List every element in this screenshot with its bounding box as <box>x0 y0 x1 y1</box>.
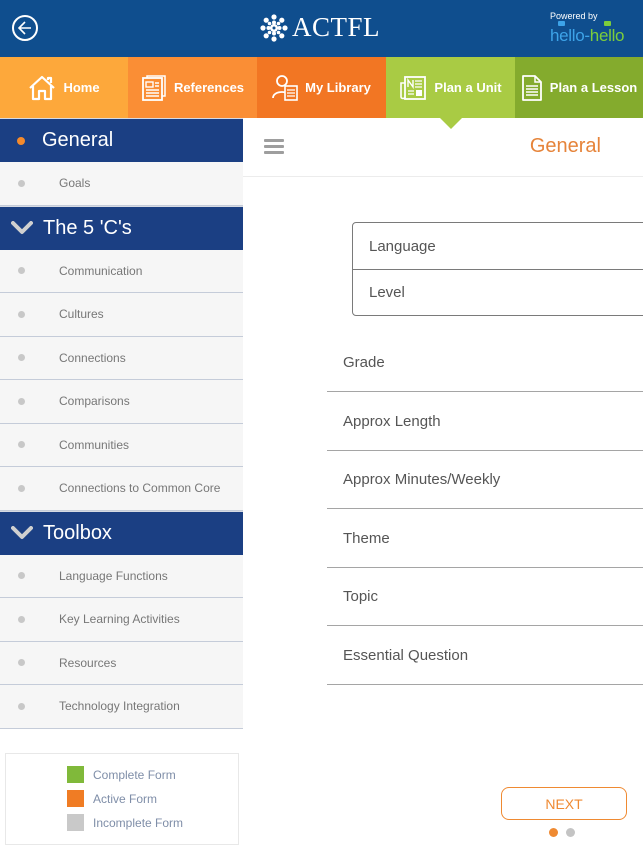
status-dot-icon <box>18 267 25 275</box>
status-dot-icon <box>18 441 25 449</box>
document-icon <box>142 74 166 101</box>
sidebar-item-key-learning-activities[interactable]: Key Learning Activities <box>0 598 243 642</box>
newspaper-icon <box>400 75 427 100</box>
sidebar-section-toolbox[interactable]: Toolbox <box>0 510 243 555</box>
sidebar-item-language-functions[interactable]: Language Functions <box>0 554 243 598</box>
theme-field[interactable]: Theme <box>327 510 643 568</box>
legend-complete: Complete Form <box>67 766 176 783</box>
main-content: General Language Level Grade Approx Leng… <box>243 118 643 857</box>
chevron-down-icon <box>11 525 35 541</box>
sidebar: General Goals The 5 'C's Communication C… <box>0 118 243 857</box>
main-nav: Home References My Library Plan a Unit P… <box>0 57 643 129</box>
tab-label: My Library <box>305 80 371 95</box>
chat-bubble-icon <box>604 21 611 26</box>
tab-label: Plan a Lesson <box>549 80 638 95</box>
powered-by-label: Powered by <box>550 11 598 21</box>
tab-label: Home <box>63 80 100 95</box>
sidebar-item-cultures[interactable]: Cultures <box>0 293 243 337</box>
sidebar-item-goals[interactable]: Goals <box>0 162 243 206</box>
legend-active: Active Form <box>67 790 157 807</box>
page-dot-active[interactable] <box>549 828 558 837</box>
chat-bubble-icon <box>558 21 565 26</box>
approx-length-field[interactable]: Approx Length <box>327 393 643 451</box>
tab-references[interactable]: References <box>128 57 257 118</box>
status-dot-icon <box>18 397 25 405</box>
tab-label: Plan a Unit <box>434 80 502 95</box>
language-field[interactable]: Language <box>353 223 643 269</box>
sidebar-item-technology-integration[interactable]: Technology Integration <box>0 685 243 729</box>
legend-incomplete: Incomplete Form <box>67 814 183 831</box>
grade-field[interactable]: Grade <box>327 334 643 392</box>
page-icon <box>521 74 542 101</box>
logo-text: ACTFL <box>292 12 381 42</box>
next-button[interactable]: NEXT <box>501 787 627 820</box>
essential-question-field[interactable]: Essential Question <box>327 627 643 685</box>
arrow-left-icon <box>18 21 31 35</box>
partner-logo: hello-hello <box>550 21 625 46</box>
active-dot-icon <box>17 136 25 145</box>
swatch-gray <box>67 814 84 831</box>
section-title: General <box>42 129 114 151</box>
level-field[interactable]: Level <box>353 269 643 315</box>
page-indicator <box>549 828 575 837</box>
status-dot-icon <box>18 702 25 710</box>
tab-label: References <box>173 80 245 95</box>
sidebar-section-5cs[interactable]: The 5 'C's <box>0 205 243 250</box>
page-dot[interactable] <box>566 828 575 837</box>
swatch-orange <box>67 790 84 807</box>
sidebar-section-general[interactable]: General <box>0 118 243 162</box>
chevron-down-icon <box>11 220 35 236</box>
app-header: ACTFL Powered by hello-hello <box>0 0 643 57</box>
sidebar-item-connections-common-core[interactable]: Connections to Common Core <box>0 467 243 511</box>
actfl-logo: ACTFL <box>259 12 380 43</box>
powered-by-badge: Powered by hello-hello <box>550 11 625 46</box>
page-title: General <box>529 135 601 157</box>
status-dot-icon <box>18 354 25 362</box>
back-button[interactable] <box>12 15 38 41</box>
sidebar-item-connections[interactable]: Connections <box>0 336 243 380</box>
user-library-icon <box>272 74 298 101</box>
language-level-group: Language Level <box>352 222 643 316</box>
home-icon <box>29 75 56 100</box>
status-dot-icon <box>18 179 25 187</box>
tab-plan-a-unit[interactable]: Plan a Unit <box>386 57 515 129</box>
sidebar-item-communication[interactable]: Communication <box>0 249 243 293</box>
status-dot-icon <box>18 615 25 623</box>
tab-my-library[interactable]: My Library <box>257 57 386 118</box>
menu-icon[interactable] <box>264 139 284 155</box>
topic-field[interactable]: Topic <box>327 568 643 626</box>
section-title: The 5 'C's <box>43 216 132 239</box>
sidebar-item-resources[interactable]: Resources <box>0 641 243 685</box>
form-status-legend: Complete Form Active Form Incomplete For… <box>5 753 239 845</box>
sidebar-item-comparisons[interactable]: Comparisons <box>0 380 243 424</box>
snowflake-logo-icon <box>260 13 288 42</box>
swatch-green <box>67 766 84 783</box>
section-title: Toolbox <box>43 521 112 544</box>
status-dot-icon <box>18 484 25 492</box>
status-dot-icon <box>18 659 25 667</box>
tab-home[interactable]: Home <box>0 57 128 118</box>
status-dot-icon <box>18 310 25 318</box>
status-dot-icon <box>18 572 25 580</box>
active-tab-indicator <box>439 118 462 129</box>
tab-plan-a-lesson[interactable]: Plan a Lesson <box>515 57 643 118</box>
approx-minutes-weekly-field[interactable]: Approx Minutes/Weekly <box>327 451 643 509</box>
sidebar-item-communities[interactable]: Communities <box>0 423 243 467</box>
